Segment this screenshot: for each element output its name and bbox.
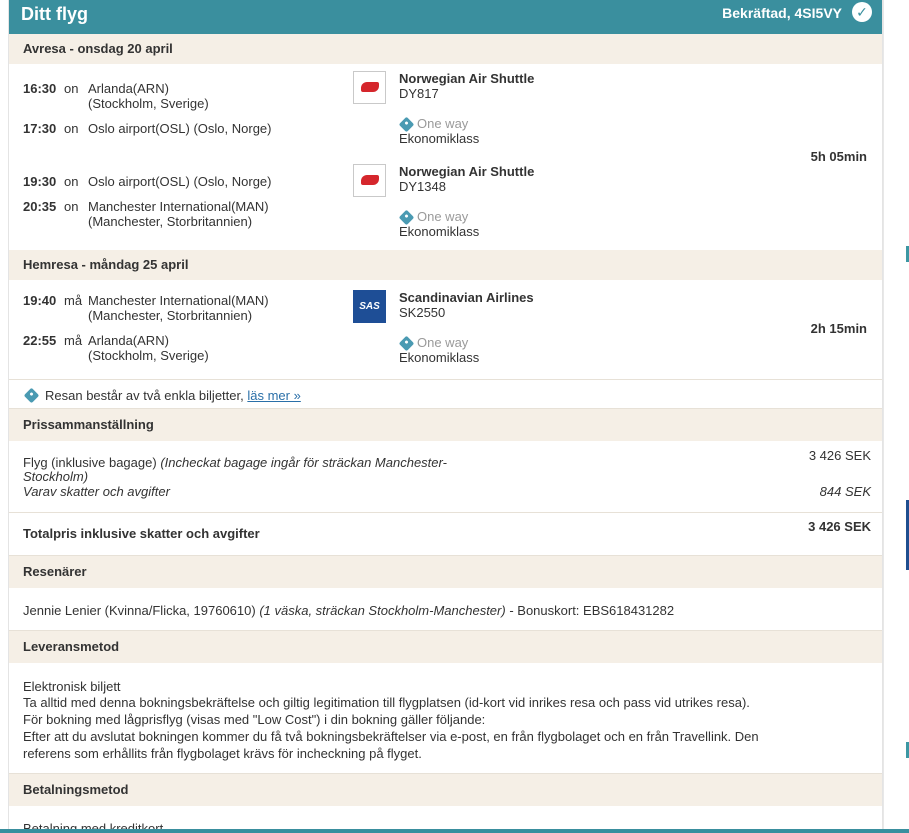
divider	[9, 512, 882, 513]
tax-label: Varav skatter och avgifter	[23, 484, 170, 499]
tax-amount: 844 SEK	[819, 484, 871, 499]
traveler-bonus: - Bonuskort: EBS618431282	[509, 603, 675, 618]
page-right-edge	[883, 0, 909, 833]
edge-line	[883, 0, 884, 833]
price-heading: Prissammanställning	[9, 409, 882, 441]
norwegian-logo	[353, 71, 386, 104]
tag-icon	[398, 335, 415, 352]
cabin-class: Ekonomiklass	[399, 131, 480, 146]
page-title: Ditt flyg	[21, 4, 88, 24]
flight-confirmation-panel: Ditt flyg Bekräftad, 4SI5VY ✓ Avresa - o…	[8, 0, 883, 833]
tag-icon	[23, 387, 40, 404]
delivery-line: referens som erhållits från flygbolaget …	[23, 746, 422, 761]
departure-city: (Manchester, Storbritannien)	[88, 308, 253, 323]
flight-number: SK2550	[399, 305, 446, 320]
arrival-time: 22:55	[23, 333, 57, 348]
tag-icon	[398, 209, 415, 226]
bottom-accent	[0, 829, 909, 833]
flight-price-label: Flyg (inklusive bagage) (Incheckat bagag…	[23, 455, 447, 470]
departure-airport: Arlanda(ARN)	[88, 81, 169, 96]
arrival-city: (Manchester, Storbritannien)	[88, 214, 253, 229]
time-suffix: må	[64, 293, 83, 308]
time-suffix: on	[64, 174, 79, 189]
flight-number: DY1348	[399, 179, 446, 194]
travelers-heading: Resenärer	[9, 556, 882, 588]
cabin-class: Ekonomiklass	[399, 350, 480, 365]
time-suffix: on	[64, 121, 79, 136]
arrival-city: (Stockholm, Sverige)	[88, 348, 209, 363]
baggage-note-cont: Stockholm)	[23, 469, 89, 484]
flight-price-text: Flyg (inklusive bagage)	[23, 455, 157, 470]
delivery-line: Efter att du avslutat bokningen kommer d…	[23, 729, 759, 744]
outbound-heading: Avresa - onsdag 20 april	[9, 34, 882, 64]
arrival-airport: Oslo airport(OSL) (Oslo, Norge)	[88, 121, 272, 136]
header-bar: Ditt flyg Bekräftad, 4SI5VY ✓	[9, 0, 882, 34]
ticket-note: Resan består av två enkla biljetter, läs…	[45, 388, 301, 403]
delivery-line: Elektronisk biljett	[23, 679, 121, 694]
booking-status: Bekräftad, 4SI5VY	[722, 5, 842, 21]
traveler-name: Jennie Lenier (Kvinna/Flicka, 19760610)	[23, 603, 256, 618]
return-heading: Hemresa - måndag 25 april	[9, 250, 882, 280]
flight-number: DY817	[399, 86, 439, 101]
tag-icon	[398, 116, 415, 133]
divider	[9, 379, 882, 380]
check-circle-icon: ✓	[852, 2, 872, 22]
departure-time: 19:40	[23, 293, 57, 308]
time-suffix: må	[64, 333, 83, 348]
departure-time: 16:30	[23, 81, 57, 96]
departure-airport: Manchester International(MAN)	[88, 293, 269, 308]
traveler-row: Jennie Lenier (Kvinna/Flicka, 19760610) …	[23, 603, 674, 618]
time-suffix: on	[64, 199, 79, 214]
payment-heading: Betalningsmetod	[9, 774, 882, 806]
total-label: Totalpris inklusive skatter och avgifter	[23, 526, 260, 541]
trip-duration: 5h 05min	[810, 149, 867, 164]
airline-name: Scandinavian Airlines	[399, 290, 534, 305]
arrival-airport: Manchester International(MAN)	[88, 199, 269, 214]
fare-type: One way	[417, 116, 469, 131]
arrival-time: 20:35	[23, 199, 57, 214]
ticket-note-text: Resan består av två enkla biljetter,	[45, 388, 244, 403]
sas-logo: SAS	[353, 290, 386, 323]
arrival-time: 17:30	[23, 121, 57, 136]
baggage-note: (Incheckat bagage ingår för sträckan Man…	[160, 455, 447, 470]
time-suffix: on	[64, 81, 79, 96]
total-amount: 3 426 SEK	[808, 519, 871, 534]
cabin-class: Ekonomiklass	[399, 224, 480, 239]
departure-city: (Stockholm, Sverige)	[88, 96, 209, 111]
fare-type: One way	[417, 209, 469, 224]
departure-time: 19:30	[23, 174, 57, 189]
delivery-line: Ta alltid med denna bokningsbekräftelse …	[23, 695, 750, 710]
departure-airport: Oslo airport(OSL) (Oslo, Norge)	[88, 174, 272, 189]
delivery-line: För bokning med lågprisflyg (visas med "…	[23, 712, 486, 727]
traveler-bags: (1 väska, sträckan Stockholm-Manchester)	[259, 603, 506, 618]
trip-duration: 2h 15min	[810, 321, 867, 336]
airline-name: Norwegian Air Shuttle	[399, 71, 535, 86]
read-more-link[interactable]: läs mer »	[247, 388, 300, 403]
norwegian-logo	[353, 164, 386, 197]
flight-price-amount: 3 426 SEK	[808, 448, 871, 463]
fare-type: One way	[417, 335, 469, 350]
arrival-airport: Arlanda(ARN)	[88, 333, 169, 348]
delivery-heading: Leveransmetod	[9, 631, 882, 663]
airline-name: Norwegian Air Shuttle	[399, 164, 535, 179]
